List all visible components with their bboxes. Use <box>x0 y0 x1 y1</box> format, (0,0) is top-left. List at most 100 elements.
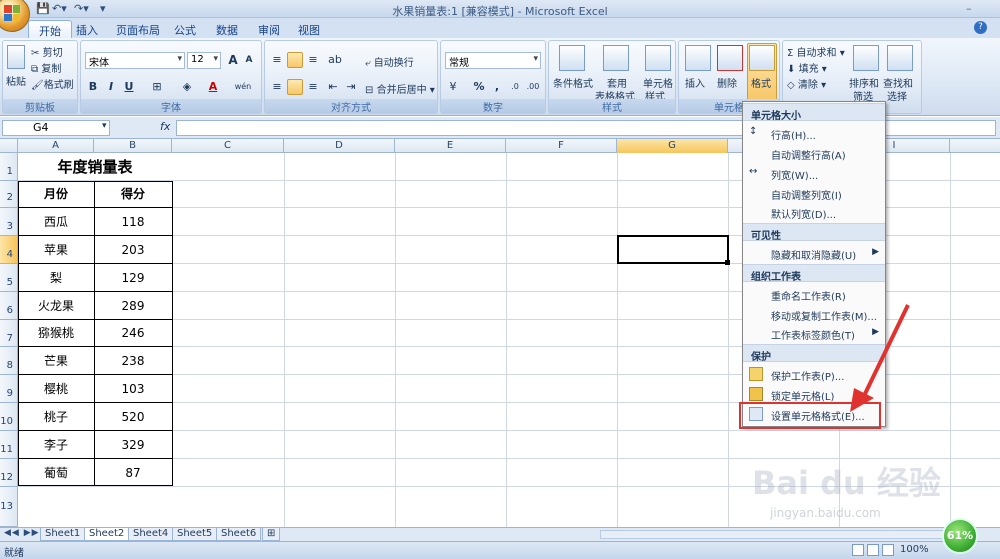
sheet-tab-sheet4[interactable]: Sheet4 <box>128 528 174 541</box>
sheet-tab-sheet2[interactable]: Sheet2 <box>84 528 130 541</box>
fill-handle[interactable] <box>725 260 730 265</box>
row-header[interactable]: 8 <box>0 347 18 375</box>
insert-cells-icon[interactable] <box>685 45 711 71</box>
col-header-a[interactable]: A <box>18 139 94 153</box>
table-cell-fruit[interactable]: 苹果 <box>18 236 94 264</box>
col-header-g[interactable]: G <box>617 139 728 153</box>
col-header-c[interactable]: C <box>172 139 284 153</box>
number-format-select[interactable]: 常规 <box>445 52 541 69</box>
find-select-icon[interactable] <box>887 45 913 71</box>
increase-decimal-icon[interactable]: .0 <box>507 79 523 95</box>
delete-cells-icon[interactable] <box>717 45 743 71</box>
fill-color-icon[interactable]: ◈ <box>179 79 195 95</box>
page-layout-view-icon[interactable] <box>867 544 879 556</box>
table-cell-score[interactable]: 329 <box>94 431 172 459</box>
table-cell-fruit[interactable]: 樱桃 <box>18 375 94 403</box>
phonetic-button[interactable]: wén <box>231 79 255 95</box>
row-header-selected[interactable]: 4 <box>0 236 18 264</box>
sheet-tab-sheet6[interactable]: Sheet6 <box>216 528 262 541</box>
wrap-text-button[interactable]: ⤶ 自动换行 <box>365 54 414 69</box>
cut-button[interactable]: ✂ 剪切 <box>31 44 63 59</box>
menu-item-hide-unhide[interactable]: 隐藏和取消隐藏(U) ▶ <box>743 244 885 262</box>
font-color-button[interactable]: A <box>205 79 221 95</box>
font-size-select[interactable]: 12 <box>187 52 221 69</box>
comma-button[interactable]: , <box>489 79 505 95</box>
row-header[interactable]: 12 <box>0 459 18 487</box>
tab-data[interactable]: 数据 <box>206 20 248 38</box>
align-center-icon[interactable] <box>287 79 303 95</box>
fill-button[interactable]: ⬇ 填充 ▾ <box>787 60 827 75</box>
table-cell-score[interactable]: 246 <box>94 320 172 347</box>
row-header[interactable]: 11 <box>0 431 18 459</box>
row-header[interactable]: 1 <box>0 153 18 181</box>
clear-button[interactable]: ◇ 清除 ▾ <box>787 76 826 91</box>
menu-item-autofit-row[interactable]: 自动调整行高(A) <box>743 144 885 162</box>
table-cell-fruit[interactable]: 芒果 <box>18 347 94 375</box>
table-cell-score[interactable]: 129 <box>94 264 172 292</box>
tab-review[interactable]: 审阅 <box>248 20 290 38</box>
table-cell-fruit[interactable]: 桃子 <box>18 403 94 431</box>
col-header-b[interactable]: B <box>94 139 172 153</box>
table-cell-score[interactable]: 289 <box>94 292 172 320</box>
shrink-font-button[interactable]: A <box>241 52 257 68</box>
align-left-icon[interactable]: ≡ <box>269 79 285 95</box>
insert-sheet-icon[interactable]: ⊞ <box>262 528 280 541</box>
name-box-dropdown-icon[interactable]: ▾ <box>102 121 107 131</box>
col-header-e[interactable]: E <box>395 139 506 153</box>
horizontal-scrollbar[interactable] <box>600 530 950 539</box>
name-box[interactable]: G4 <box>2 120 110 136</box>
table-cell-fruit[interactable]: 猕猴桃 <box>18 320 94 347</box>
conditional-format-icon[interactable] <box>559 45 585 71</box>
bold-button[interactable]: B <box>85 79 101 95</box>
row-header[interactable]: 2 <box>0 181 18 208</box>
table-cell-score[interactable]: 118 <box>94 208 172 236</box>
cell-styles-icon[interactable] <box>645 45 671 71</box>
grow-font-button[interactable]: A <box>225 52 241 68</box>
tab-page-layout[interactable]: 页面布局 <box>106 20 170 38</box>
row-header[interactable]: 3 <box>0 208 18 236</box>
font-name-select[interactable]: 宋体 <box>85 52 185 69</box>
row-header[interactable]: 5 <box>0 264 18 292</box>
row-header[interactable]: 7 <box>0 320 18 347</box>
paste-icon[interactable] <box>7 45 25 69</box>
header-score[interactable]: 得分 <box>94 181 172 208</box>
help-icon[interactable]: ? <box>974 21 987 34</box>
decrease-decimal-icon[interactable]: .00 <box>525 79 541 95</box>
sheet-tab-sheet5[interactable]: Sheet5 <box>172 528 218 541</box>
align-top-icon[interactable]: ≡ <box>269 52 285 68</box>
increase-indent-icon[interactable]: ⇥ <box>343 79 359 95</box>
percent-button[interactable]: % <box>471 79 487 95</box>
table-cell-score[interactable]: 203 <box>94 236 172 264</box>
format-table-icon[interactable] <box>603 45 629 71</box>
selected-cell-g4[interactable] <box>617 235 729 264</box>
tab-formulas[interactable]: 公式 <box>164 20 206 38</box>
orientation-icon[interactable]: ab <box>327 52 343 68</box>
italic-button[interactable]: I <box>103 79 119 95</box>
page-break-view-icon[interactable] <box>882 544 894 556</box>
table-cell-score[interactable]: 87 <box>94 459 172 487</box>
align-bottom-icon[interactable]: ≡ <box>305 52 321 68</box>
border-icon[interactable]: ⊞ <box>149 79 165 95</box>
align-right-icon[interactable]: ≡ <box>305 79 321 95</box>
col-header-d[interactable]: D <box>284 139 395 153</box>
sort-filter-icon[interactable] <box>853 45 879 71</box>
menu-item-autofit-column[interactable]: 自动调整列宽(I) <box>743 184 885 202</box>
align-middle-icon[interactable] <box>287 52 303 68</box>
autosum-button[interactable]: Σ 自动求和 ▾ <box>787 44 845 59</box>
table-cell-fruit[interactable]: 葡萄 <box>18 459 94 487</box>
paste-button[interactable]: 粘贴 <box>6 73 26 88</box>
select-all-corner[interactable] <box>0 139 18 153</box>
table-cell-fruit[interactable]: 梨 <box>18 264 94 292</box>
zoom-level[interactable]: 100% <box>900 544 929 555</box>
menu-item-row-height[interactable]: ↕ 行高(H)... <box>743 124 885 142</box>
menu-item-column-width[interactable]: ↔ 列宽(W)... <box>743 164 885 182</box>
status-badge[interactable]: 61% <box>942 518 978 554</box>
row-header[interactable]: 9 <box>0 375 18 403</box>
merge-center-button[interactable]: ⊟ 合并后居中 ▾ <box>365 81 435 96</box>
table-cell-score[interactable]: 238 <box>94 347 172 375</box>
underline-button[interactable]: U <box>121 79 137 95</box>
normal-view-icon[interactable] <box>852 544 864 556</box>
format-painter-button[interactable]: 🖌格式刷 <box>31 76 74 91</box>
table-cell-fruit[interactable]: 西瓜 <box>18 208 94 236</box>
row-header[interactable]: 6 <box>0 292 18 320</box>
